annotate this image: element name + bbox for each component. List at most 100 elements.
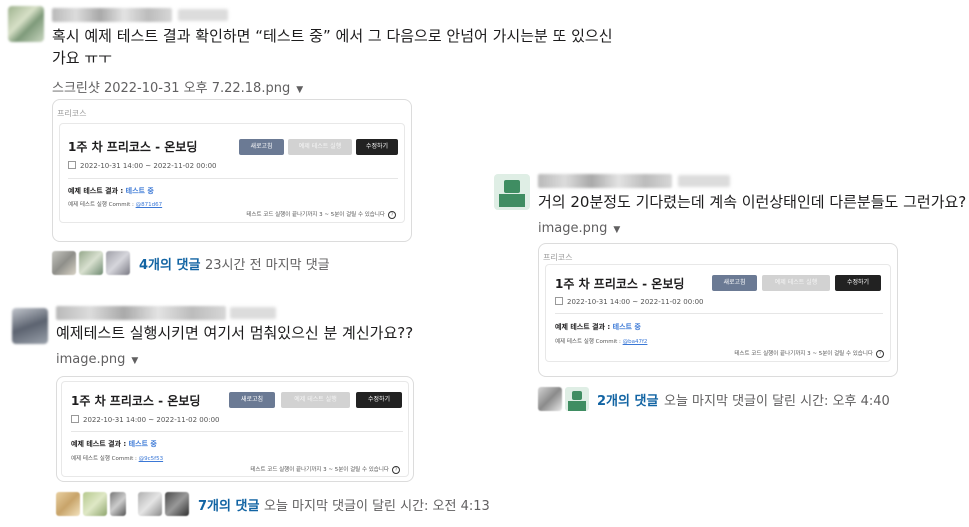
- test-result: 예제 테스트 결과 : 테스트 중: [555, 322, 641, 332]
- footer-note: 테스트 코드 실행이 끝나기까지 3 ~ 5분이 걸릴 수 있습니다?: [734, 349, 884, 358]
- file-name-label: image.png: [56, 352, 126, 367]
- file-name[interactable]: image.png ▼: [56, 352, 138, 367]
- file-name[interactable]: image.png ▼: [538, 221, 620, 236]
- result-status: 테스트 중: [128, 440, 157, 448]
- thread-replies[interactable]: 7개의 댓글 오늘 마지막 댓글이 달린 시간: 오전 4:13: [56, 492, 496, 516]
- date-range: 2022-10-31 14:00 ~ 2022-11-02 00:00: [68, 161, 216, 170]
- caret-down-icon[interactable]: ▼: [131, 356, 138, 366]
- divider: [555, 313, 883, 314]
- date-range-text: 2022-10-31 14:00 ~ 2022-11-02 00:00: [83, 416, 220, 424]
- message-text: 거의 20분정도 기다렸는데 계속 이런상태인데 다른분들도 그런가요?: [538, 193, 967, 211]
- avatar: [106, 251, 130, 275]
- result-label: 예제 테스트 결과 :: [68, 187, 124, 195]
- date-range: 2022-10-31 14:00 ~ 2022-11-02 00:00: [71, 415, 219, 424]
- avatar[interactable]: [494, 174, 530, 210]
- sender-name[interactable]: [538, 174, 672, 188]
- last-reply-time: 오늘 마지막 댓글이 달린 시간: 오전 4:13: [264, 499, 490, 514]
- commit-info: 예제 테스트 실행 Commit : @871d67: [68, 200, 162, 208]
- footer-text: 테스트 코드 실행이 끝나기까지 3 ~ 5분이 걸릴 수 있습니다: [246, 212, 385, 218]
- section-label: 프리코스: [543, 253, 573, 262]
- message-text: 예제테스트 실행시키면 여기서 멈춰있으신 분 계신가요??: [56, 324, 414, 342]
- footer-text: 테스트 코드 실행이 끝나기까지 3 ~ 5분이 걸릴 수 있습니다: [250, 467, 389, 473]
- avatar[interactable]: [12, 308, 48, 344]
- caret-down-icon[interactable]: ▼: [296, 85, 303, 95]
- edit-button: 수정하기: [356, 139, 398, 155]
- timestamp[interactable]: [178, 9, 228, 21]
- date-range-text: 2022-10-31 14:00 ~ 2022-11-02 00:00: [80, 162, 217, 170]
- result-status: 테스트 중: [612, 323, 641, 331]
- avatar[interactable]: [8, 6, 44, 42]
- commit-link: @871d67: [135, 202, 163, 208]
- avatar: [79, 251, 103, 275]
- edit-button: 수정하기: [356, 392, 402, 408]
- commit-link: @9c5f53: [138, 456, 164, 462]
- last-reply-time: 23시간 전 마지막 댓글: [205, 258, 330, 273]
- course-title: 1주 차 프리코스 - 온보딩: [555, 277, 685, 291]
- thread-replies[interactable]: 4개의 댓글 23시간 전 마지막 댓글: [52, 251, 352, 275]
- date-range-text: 2022-10-31 14:00 ~ 2022-11-02 00:00: [567, 298, 704, 306]
- commit-label: 예제 테스트 실행 Commit :: [555, 339, 621, 345]
- edit-button: 수정하기: [835, 275, 881, 291]
- footer-note: 테스트 코드 실행이 끝나기까지 3 ~ 5분이 걸릴 수 있습니다?: [246, 210, 396, 219]
- file-name-label: image.png: [538, 221, 608, 236]
- caret-down-icon[interactable]: ▼: [613, 225, 620, 235]
- avatar: [83, 492, 107, 516]
- image-attachment[interactable]: 프리코스 1주 차 프리코스 - 온보딩 새로고침 예제 테스트 실행 수정하기…: [538, 243, 898, 377]
- test-result: 예제 테스트 결과 : 테스트 중: [71, 439, 157, 449]
- file-name-label: 스크린샷 2022-10-31 오후 7.22.18.png: [52, 81, 291, 96]
- image-attachment[interactable]: 프리코스 1주 차 프리코스 - 온보딩 새로고침 예제 테스트 실행 수정하기…: [52, 99, 412, 242]
- reply-count[interactable]: 2개의 댓글: [597, 390, 658, 409]
- test-result: 예제 테스트 결과 : 테스트 중: [68, 186, 154, 196]
- last-reply-time: 오늘 마지막 댓글이 달린 시간: 오후 4:40: [664, 394, 890, 409]
- avatar: [565, 387, 589, 411]
- message-text: 혹시 예제 테스트 결과 확인하면 “테스트 중” 에서 그 다음으로 안넘어 …: [52, 27, 613, 45]
- course-title: 1주 차 프리코스 - 온보딩: [68, 140, 198, 154]
- course-card: 1주 차 프리코스 - 온보딩 새로고침 예제 테스트 실행 수정하기 2022…: [545, 264, 891, 362]
- course-title: 1주 차 프리코스 - 온보딩: [71, 394, 201, 408]
- thread-replies[interactable]: 2개의 댓글 오늘 마지막 댓글이 달린 시간: 오후 4:40: [538, 387, 938, 411]
- help-circle-icon: ?: [876, 350, 884, 358]
- help-circle-icon: ?: [392, 466, 400, 474]
- calendar-icon: [68, 161, 76, 169]
- result-label: 예제 테스트 결과 :: [71, 440, 127, 448]
- image-attachment[interactable]: 1주 차 프리코스 - 온보딩 새로고침 예제 테스트 실행 수정하기 2022…: [56, 376, 414, 482]
- divider: [68, 178, 398, 179]
- run-example-test-button: 예제 테스트 실행: [288, 139, 352, 155]
- run-example-test-button: 예제 테스트 실행: [762, 275, 830, 291]
- divider: [71, 431, 403, 432]
- result-label: 예제 테스트 결과 :: [555, 323, 611, 331]
- file-name[interactable]: 스크린샷 2022-10-31 오후 7.22.18.png ▼: [52, 77, 303, 96]
- avatar: [56, 492, 80, 516]
- footer-text: 테스트 코드 실행이 끝나기까지 3 ~ 5분이 걸릴 수 있습니다: [734, 351, 873, 357]
- commit-info: 예제 테스트 실행 Commit : @ba47f2: [555, 337, 647, 345]
- avatar: [165, 492, 189, 516]
- commit-info: 예제 테스트 실행 Commit : @9c5f53: [71, 454, 163, 462]
- footer-note: 테스트 코드 실행이 끝나기까지 3 ~ 5분이 걸릴 수 있습니다?: [250, 465, 400, 474]
- help-circle-icon: ?: [388, 211, 396, 219]
- commit-label: 예제 테스트 실행 Commit :: [68, 202, 134, 208]
- reply-count[interactable]: 7개의 댓글: [198, 495, 259, 514]
- avatar: [52, 251, 76, 275]
- calendar-icon: [555, 297, 563, 305]
- calendar-icon: [71, 415, 79, 423]
- commit-link: @ba47f2: [622, 339, 648, 345]
- reply-count[interactable]: 4개의 댓글: [139, 254, 200, 273]
- course-card: 1주 차 프리코스 - 온보딩 새로고침 예제 테스트 실행 수정하기 2022…: [61, 381, 409, 477]
- avatar: [110, 492, 126, 516]
- date-range: 2022-10-31 14:00 ~ 2022-11-02 00:00: [555, 297, 703, 306]
- course-card: 1주 차 프리코스 - 온보딩 새로고침 예제 테스트 실행 수정하기 2022…: [59, 123, 405, 223]
- timestamp[interactable]: [230, 307, 276, 319]
- refresh-button: 새로고침: [712, 275, 757, 291]
- commit-label: 예제 테스트 실행 Commit :: [71, 456, 137, 462]
- result-status: 테스트 중: [125, 187, 154, 195]
- refresh-button: 새로고침: [229, 392, 275, 408]
- avatar: [138, 492, 162, 516]
- sender-name[interactable]: [52, 8, 172, 22]
- sender-name[interactable]: [56, 306, 226, 320]
- message-text: 가요 ㅠㅜ: [52, 49, 112, 67]
- run-example-test-button: 예제 테스트 실행: [281, 392, 350, 408]
- section-label: 프리코스: [57, 109, 87, 118]
- avatar: [538, 387, 562, 411]
- refresh-button: 새로고침: [239, 139, 284, 155]
- timestamp[interactable]: [678, 175, 730, 187]
